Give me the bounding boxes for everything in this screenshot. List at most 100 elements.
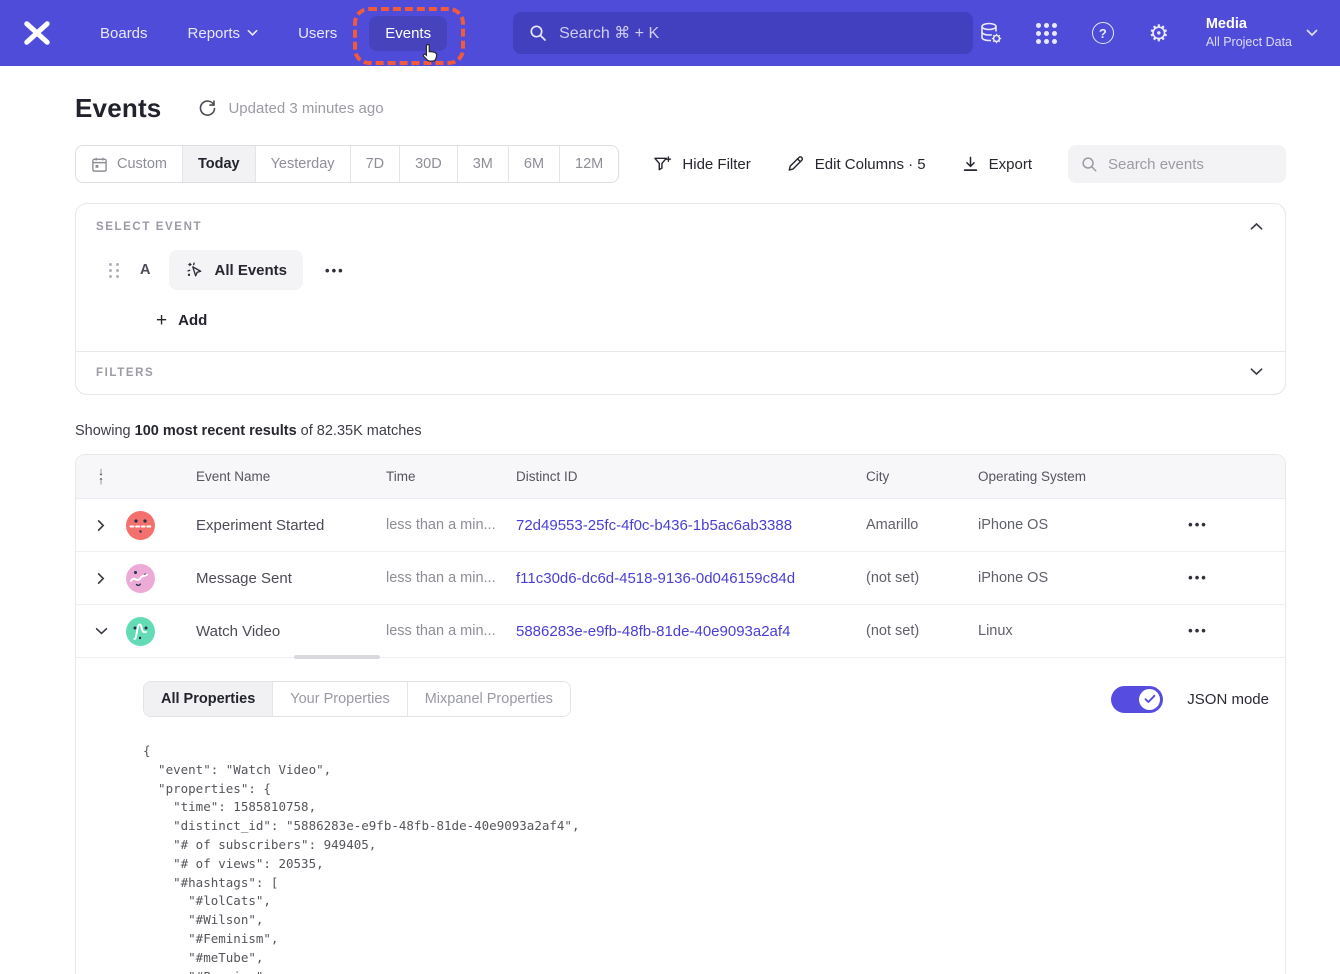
select-event-label: SELECT EVENT	[96, 221, 1265, 233]
date-range-6m[interactable]: 6M	[508, 146, 559, 182]
event-selector-chip[interactable]: All Events	[169, 250, 303, 290]
table-row[interactable]: Experiment Started less than a min... 72…	[76, 499, 1285, 552]
date-range-30d[interactable]: 30D	[399, 146, 457, 182]
results-summary: Showing 100 most recent results of 82.35…	[75, 423, 1286, 439]
event-avatar	[126, 511, 155, 540]
column-header-event-name[interactable]: Event Name	[182, 469, 372, 484]
nav-item-boards[interactable]: Boards	[84, 16, 164, 51]
event-name-cell: Watch Video	[182, 623, 372, 640]
step-letter: A	[140, 262, 150, 278]
time-cell: less than a min...	[372, 517, 502, 533]
cursor-hand-icon	[420, 42, 441, 64]
event-avatar	[126, 617, 155, 646]
event-json-viewer: { "event": "Watch Video", "properties": …	[143, 742, 1269, 974]
tab-all-properties[interactable]: All Properties	[144, 682, 272, 716]
distinct-id-link[interactable]: 5886283e-e9fb-48fb-81de-40e9093a2af4	[502, 623, 852, 640]
expand-row-chevron-right-icon[interactable]	[76, 519, 126, 532]
chevron-down-icon	[247, 29, 258, 37]
date-range-7d[interactable]: 7D	[350, 146, 400, 182]
search-events-input[interactable]: Search events	[1068, 145, 1286, 183]
properties-tabs: All Properties Your Properties Mixpanel …	[143, 681, 571, 717]
event-options-kebab-icon[interactable]: •••	[317, 259, 353, 282]
nav-item-label: Users	[298, 25, 337, 42]
hide-filter-button[interactable]: Hide Filter	[653, 155, 750, 173]
date-range-today[interactable]: Today	[182, 146, 255, 182]
global-search-placeholder: Search ⌘ + K	[559, 23, 659, 43]
project-switcher[interactable]: Media All Project Data	[1206, 15, 1318, 51]
nav-item-label: Boards	[100, 25, 148, 42]
chevron-down-icon	[1306, 29, 1318, 37]
updated-timestamp: Updated 3 minutes ago	[228, 100, 383, 117]
mixpanel-logo-icon[interactable]	[20, 16, 54, 50]
json-mode-toggle[interactable]	[1111, 686, 1163, 713]
date-range-custom[interactable]: Custom	[76, 146, 182, 182]
city-cell: (not set)	[852, 623, 964, 639]
column-header-distinct-id[interactable]: Distinct ID	[502, 469, 852, 484]
city-cell: (not set)	[852, 570, 964, 586]
row-options-kebab-icon[interactable]: •••	[1180, 566, 1216, 589]
events-table: ↓↑ Event Name Time Distinct ID City Oper…	[75, 454, 1286, 974]
search-icon	[1081, 156, 1098, 173]
project-name: Media	[1206, 15, 1292, 34]
main-nav: Boards Reports Users Events	[84, 16, 447, 51]
tab-your-properties[interactable]: Your Properties	[272, 682, 406, 716]
apps-grid-icon[interactable]	[1034, 20, 1060, 46]
plus-icon: +	[156, 311, 167, 330]
time-cell: less than a min...	[372, 570, 502, 586]
global-search-input[interactable]: Search ⌘ + K	[513, 12, 973, 54]
add-event-button[interactable]: + Add	[156, 311, 207, 330]
expand-filters-button[interactable]	[1246, 363, 1267, 380]
row-options-kebab-icon[interactable]: •••	[1180, 513, 1216, 536]
event-chip-label: All Events	[214, 262, 287, 279]
collapse-section-button[interactable]	[1246, 218, 1267, 235]
distinct-id-link[interactable]: f11c30d6-dc6d-4518-9136-0d046159c84d	[502, 570, 852, 587]
search-icon	[529, 24, 547, 42]
pencil-icon	[787, 155, 805, 173]
data-management-icon[interactable]	[978, 20, 1004, 46]
settings-gear-icon[interactable]: ⚙	[1146, 20, 1172, 46]
column-header-time[interactable]: Time	[372, 469, 502, 484]
page-title: Events	[75, 93, 161, 124]
event-cursor-sparkle-icon	[185, 261, 204, 280]
unfold-rows-icon[interactable]: ↓↑	[76, 468, 126, 486]
expand-row-chevron-right-icon[interactable]	[76, 572, 126, 585]
date-range-segmented-control: Custom Today Yesterday 7D 30D 3M 6M 12M	[75, 145, 619, 183]
nav-item-users[interactable]: Users	[282, 16, 353, 51]
time-cell: less than a min...	[372, 623, 502, 639]
chevron-down-icon	[1250, 367, 1263, 376]
calendar-icon	[91, 156, 108, 173]
nav-item-reports[interactable]: Reports	[172, 16, 275, 51]
chevron-up-icon	[1250, 222, 1263, 231]
drag-handle[interactable]	[109, 263, 119, 278]
table-row[interactable]: Message Sent less than a min... f11c30d6…	[76, 552, 1285, 605]
date-range-12m[interactable]: 12M	[559, 146, 618, 182]
collapse-row-chevron-down-icon[interactable]	[76, 627, 126, 635]
column-header-city[interactable]: City	[852, 469, 964, 484]
refresh-icon[interactable]	[198, 99, 217, 118]
toggle-check-icon	[1139, 689, 1160, 710]
nav-item-label: Events	[385, 25, 431, 42]
row-options-kebab-icon[interactable]: •••	[1180, 619, 1216, 642]
tab-mixpanel-properties[interactable]: Mixpanel Properties	[407, 682, 570, 716]
date-range-3m[interactable]: 3M	[457, 146, 508, 182]
distinct-id-link[interactable]: 72d49553-25fc-4f0c-b436-1b5ac6ab3388	[502, 517, 852, 534]
query-builder-card: SELECT EVENT A All Events •••	[75, 203, 1286, 395]
os-cell: iPhone OS	[964, 517, 1154, 533]
event-name-cell: Message Sent	[182, 570, 372, 587]
edit-columns-button[interactable]: Edit Columns · 5	[787, 155, 926, 173]
event-detail-panel: All Properties Your Properties Mixpanel …	[76, 658, 1285, 974]
export-button[interactable]: Export	[962, 155, 1032, 173]
filters-label: FILTERS	[96, 367, 1265, 379]
column-header-os[interactable]: Operating System	[964, 469, 1154, 484]
os-cell: iPhone OS	[964, 570, 1154, 586]
table-horizontal-scrollbar[interactable]	[294, 655, 380, 659]
date-range-yesterday[interactable]: Yesterday	[255, 146, 350, 182]
nav-item-label: Reports	[188, 25, 241, 42]
search-events-placeholder: Search events	[1108, 156, 1204, 173]
filter-icon	[653, 155, 672, 173]
help-icon[interactable]: ?	[1090, 20, 1116, 46]
os-cell: Linux	[964, 623, 1154, 639]
download-icon	[962, 155, 979, 173]
event-name-cell: Experiment Started	[182, 517, 372, 534]
table-row-expanded[interactable]: Watch Video less than a min... 5886283e-…	[76, 605, 1285, 658]
